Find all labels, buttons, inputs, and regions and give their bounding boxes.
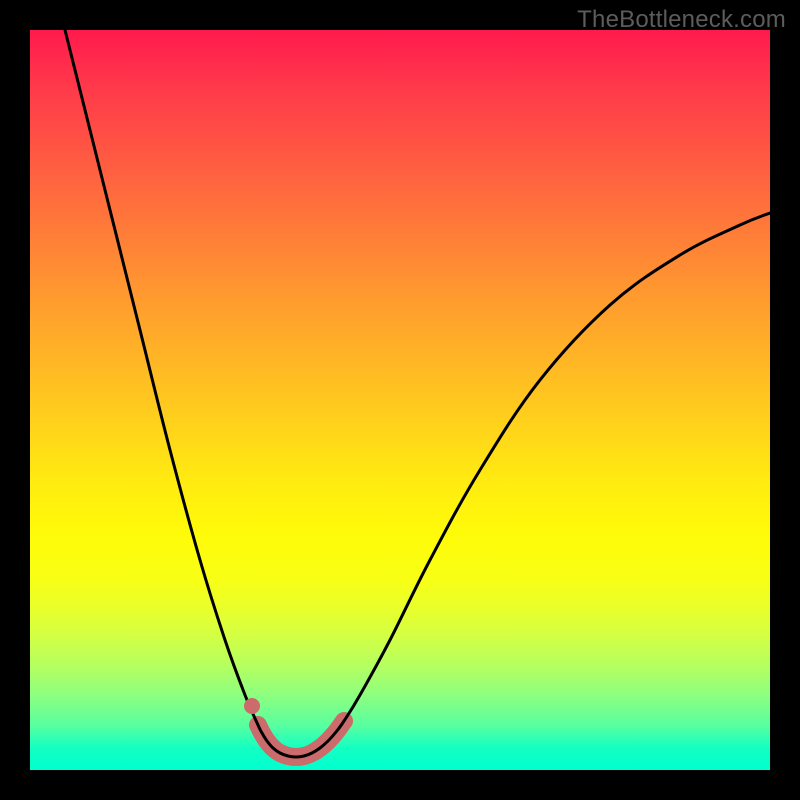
curve-svg [30,30,770,770]
plot-area [30,30,770,770]
bottleneck-curve [65,30,770,757]
chart-frame: TheBottleneck.com [0,0,800,800]
highlight-dot [244,698,260,714]
